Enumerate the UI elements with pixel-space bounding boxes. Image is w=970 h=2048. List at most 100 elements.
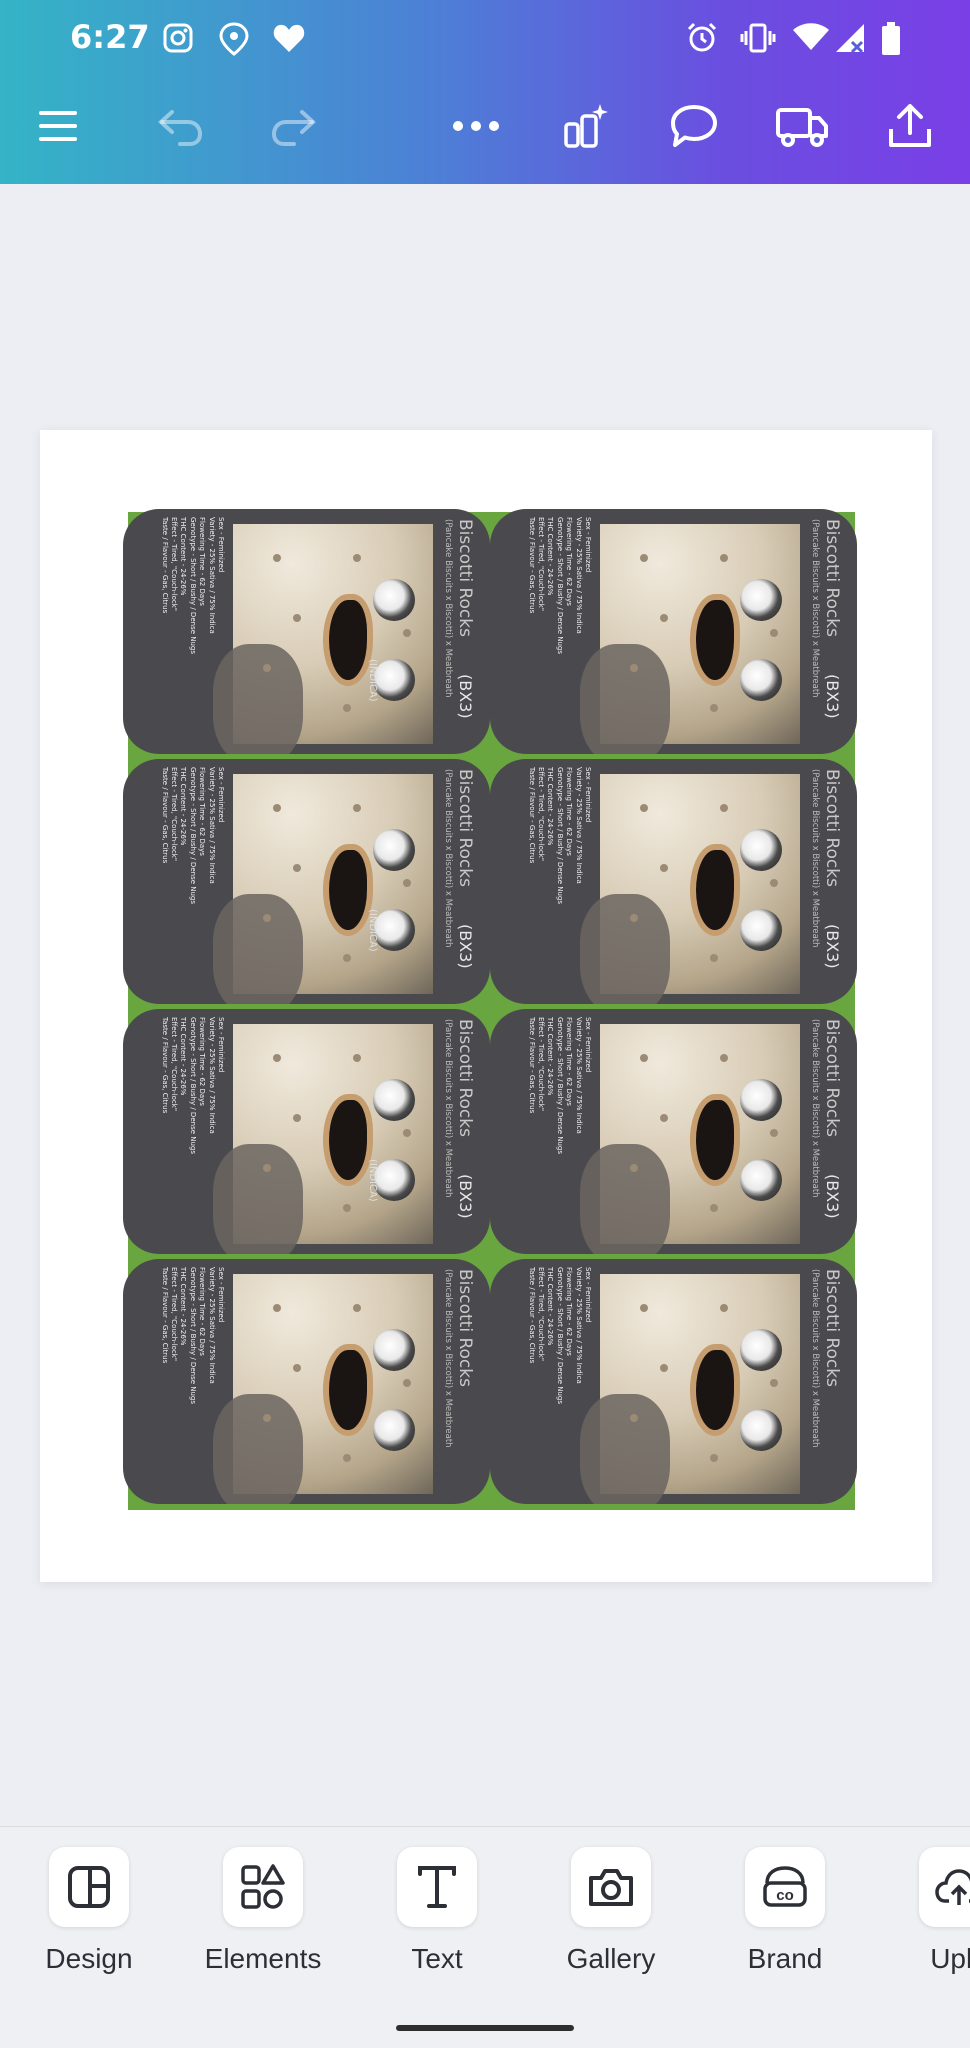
text-label: Text: [411, 1943, 463, 1974]
detail-line: Variety - 25% Sativa / 75% Indica: [574, 1017, 583, 1134]
undo-icon[interactable]: [150, 96, 210, 156]
alarm-icon: [686, 22, 718, 58]
detail-line: Flowering Time - 62 Days: [565, 767, 574, 856]
detail-line: Variety - 25% Sativa / 75% Indica: [574, 517, 583, 634]
detail-line: Variety - 25% Sativa / 75% Indica: [207, 767, 216, 884]
text-tool[interactable]: Text: [362, 1847, 512, 1975]
strain-details: Sex - Feminized Variety - 25% Sativa / 75…: [159, 517, 225, 754]
strain-title: Biscotti Rocks: [822, 1269, 842, 1387]
detail-line: Taste / Flavour - Gas, Citrus: [527, 767, 536, 864]
strain-parents: (Pancake Biscuits x Biscotti) x Meatbrea…: [810, 1019, 820, 1198]
wifi-icon: [792, 22, 830, 56]
detail-line: Genotype - Short / Bushy / Dense Nugs: [555, 1017, 564, 1155]
strain-details: Sex - Feminized Variety - 25% Sativa / 75…: [159, 1017, 225, 1254]
text-icon[interactable]: [397, 1847, 477, 1927]
strain-code: (BX3): [456, 674, 475, 719]
detail-line: Taste / Flavour - Gas, Citrus: [160, 767, 169, 864]
detail-line: THC Content - 24-26%: [546, 767, 555, 846]
camera-icon[interactable]: [571, 1847, 651, 1927]
detail-line: Flowering Time - 62 Days: [198, 767, 207, 856]
strain-code: (BX3): [823, 1174, 842, 1219]
variety-label: (INDICA): [367, 659, 378, 702]
battery-icon: [880, 22, 902, 60]
detail-line: Sex - Feminized: [217, 1267, 225, 1323]
strain-card[interactable]: Sex - Feminized Variety - 25% Sativa / 75…: [490, 509, 857, 754]
strain-card[interactable]: Sex - Feminized Variety - 25% Sativa / 75…: [490, 759, 857, 1004]
rock-face-photo: [213, 774, 433, 1004]
strain-card[interactable]: Sex - Feminized Variety - 25% Sativa / 75…: [123, 1009, 490, 1254]
strain-card[interactable]: Sex - Feminized Variety - 25% Sativa / 75…: [490, 1259, 857, 1504]
detail-line: THC Content - 24-26%: [546, 1267, 555, 1346]
strain-parents: (Pancake Biscuits x Biscotti) x Meatbrea…: [810, 769, 820, 948]
svg-text:co: co: [776, 1887, 794, 1904]
rock-face-photo: [213, 524, 433, 754]
strain-details: Sex - Feminized Variety - 25% Sativa / 75…: [526, 767, 592, 1004]
detail-line: Effect - Tired, "Couch-lock": [169, 1267, 178, 1362]
detail-line: Flowering Time - 62 Days: [198, 1017, 207, 1106]
detail-line: Genotype - Short / Bushy / Dense Nugs: [555, 517, 564, 655]
elements-label: Elements: [204, 1943, 322, 1974]
rock-face-photo: [580, 1024, 800, 1254]
detail-line: Sex - Feminized: [584, 517, 592, 573]
strain-details: Sex - Feminized Variety - 25% Sativa / 75…: [159, 1267, 225, 1504]
detail-line: Genotype - Short / Bushy / Dense Nugs: [188, 517, 197, 655]
magic-edit-icon[interactable]: [556, 96, 616, 156]
truck-icon[interactable]: [772, 96, 832, 156]
brand-icon[interactable]: co: [745, 1847, 825, 1927]
top-bar: 6:27: [0, 0, 970, 184]
gallery-label: Gallery: [566, 1943, 656, 1974]
strain-title: Biscotti Rocks: [455, 1269, 475, 1387]
menu-icon[interactable]: [28, 96, 88, 156]
detail-line: Genotype - Short / Bushy / Dense Nugs: [188, 767, 197, 905]
redo-icon[interactable]: [264, 96, 324, 156]
detail-line: Taste / Flavour - Gas, Citrus: [527, 1017, 536, 1114]
share-icon[interactable]: [880, 96, 940, 156]
design-label: Design: [45, 1943, 133, 1974]
strain-parents: (Pancake Biscuits x Biscotti) x Meatbrea…: [810, 519, 820, 698]
detail-line: Effect - Tired, "Couch-lock": [536, 1017, 545, 1112]
design-icon[interactable]: [49, 1847, 129, 1927]
detail-line: Flowering Time - 62 Days: [198, 1267, 207, 1356]
detail-line: Sex - Feminized: [217, 517, 225, 573]
elements-tool[interactable]: Elements: [188, 1847, 338, 1975]
strain-card[interactable]: Sex - Feminized Variety - 25% Sativa / 75…: [490, 1009, 857, 1254]
rock-face-photo: [213, 1024, 433, 1254]
gallery-tool[interactable]: Gallery: [536, 1847, 686, 1975]
detail-line: Effect - Tired, "Couch-lock": [169, 517, 178, 612]
status-bar: 6:27: [0, 0, 970, 80]
elements-icon[interactable]: [223, 1847, 303, 1927]
label-sheet[interactable]: Sex - Feminized Variety - 25% Sativa / 75…: [123, 509, 857, 1510]
strain-parents: (Pancake Biscuits x Biscotti) x Meatbrea…: [443, 769, 453, 948]
strain-card[interactable]: Sex - Feminized Variety - 25% Sativa / 75…: [123, 509, 490, 754]
brand-tool[interactable]: co Brand: [710, 1847, 860, 1975]
detail-line: Sex - Feminized: [584, 1267, 592, 1323]
detail-line: Genotype - Short / Bushy / Dense Nugs: [188, 1017, 197, 1155]
upload-tool[interactable]: Uplo: [884, 1847, 970, 1975]
home-indicator[interactable]: [396, 2025, 574, 2031]
strain-code: (BX3): [456, 924, 475, 969]
strain-card[interactable]: Sex - Feminized Variety - 25% Sativa / 75…: [123, 759, 490, 1004]
detail-line: Effect - Tired, "Couch-lock": [536, 767, 545, 862]
editor-toolbar: [0, 88, 970, 164]
detail-line: Flowering Time - 62 Days: [198, 517, 207, 606]
detail-line: THC Content - 24-26%: [546, 517, 555, 596]
design-tool[interactable]: Design: [14, 1847, 164, 1975]
detail-line: Variety - 25% Sativa / 75% Indica: [207, 1017, 216, 1134]
upload-icon[interactable]: [919, 1847, 970, 1927]
variety-label: (INDICA): [367, 1159, 378, 1202]
detail-line: THC Content - 24-26%: [179, 1267, 188, 1346]
heart-icon: [272, 22, 306, 58]
strain-code: (BX3): [823, 674, 842, 719]
more-icon[interactable]: [446, 96, 506, 156]
detail-line: Effect - Tired, "Couch-lock": [536, 1267, 545, 1362]
detail-line: Flowering Time - 62 Days: [565, 517, 574, 606]
strain-details: Sex - Feminized Variety - 25% Sativa / 75…: [526, 1267, 592, 1504]
strain-code: (BX3): [823, 924, 842, 969]
detail-line: Genotype - Short / Bushy / Dense Nugs: [555, 1267, 564, 1405]
detail-line: THC Content - 24-26%: [546, 1017, 555, 1096]
comment-icon[interactable]: [664, 96, 724, 156]
rock-face-photo: [580, 524, 800, 754]
strain-card[interactable]: Sex - Feminized Variety - 25% Sativa / 75…: [123, 1259, 490, 1504]
detail-line: Taste / Flavour - Gas, Citrus: [160, 1267, 169, 1364]
detail-line: Sex - Feminized: [217, 1017, 225, 1073]
